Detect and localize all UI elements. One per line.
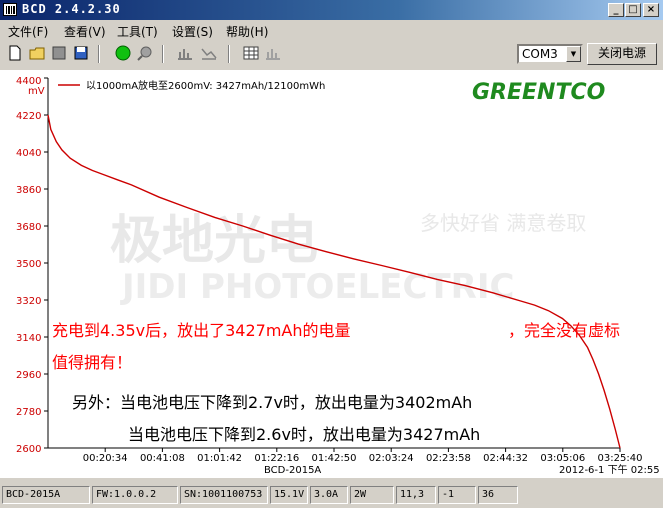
annotation-line2: 值得拥有！ xyxy=(52,353,132,372)
x-tick-label: 01:01:42 xyxy=(197,453,242,464)
watermark-cn-small: 多快好省 满意卷取 xyxy=(420,211,586,235)
annotation-line1: 充电到4.35v后，放出了3427mAh的电量 xyxy=(52,321,351,340)
toolbar-separator xyxy=(98,45,100,63)
close-power-button[interactable]: 关闭电源 xyxy=(587,43,657,65)
menu-tools[interactable]: 工具(T) xyxy=(117,23,158,40)
status-model: BCD-2015A xyxy=(2,486,90,504)
discharge-chart: 极地光电 多快好省 满意卷取 JIDI PHOTOELECTRIC 440042… xyxy=(16,76,660,476)
y-tick-label: 3500 xyxy=(16,259,41,270)
com-port-select[interactable]: COM3 ▼ xyxy=(517,44,583,64)
y-unit-label: mV xyxy=(28,86,45,97)
x-tick-label: 02:03:24 xyxy=(369,453,414,464)
x-tick-label: 01:42:50 xyxy=(312,453,357,464)
menu-settings[interactable]: 设置(S) xyxy=(172,23,213,40)
barcode-app-icon xyxy=(3,3,17,16)
status-field: -1 xyxy=(438,486,476,504)
y-tick-label: 2780 xyxy=(16,407,41,418)
annotation-line1b: ，完全没有虚标 xyxy=(508,321,620,340)
x-tick-label: 01:22:16 xyxy=(254,453,299,464)
status-serial: SN:1001100753 xyxy=(180,486,268,504)
chart-bars-gray-icon[interactable] xyxy=(264,44,282,62)
status-bar: BCD-2015A FW:1.0.0.2 SN:1001100753 15.1V… xyxy=(0,484,663,506)
legend-text: 以1000mA放电至2600mV: 3427mAh/12100mWh xyxy=(86,79,325,92)
new-file-icon[interactable] xyxy=(6,44,24,62)
menu-bar: 文件(F) 查看(V) 工具(T) 设置(S) 帮助(H) xyxy=(0,20,663,40)
table-grid-icon[interactable] xyxy=(242,44,260,62)
status-power: 2W xyxy=(350,486,394,504)
x-tick-label: 00:20:34 xyxy=(83,453,128,464)
start-green-icon[interactable] xyxy=(114,44,132,62)
y-tick-label: 2960 xyxy=(16,370,41,381)
title-bar: BCD 2.4.2.30 _ □ × xyxy=(0,0,663,20)
close-button[interactable]: × xyxy=(643,3,659,17)
greentco-logo: GREENTCO xyxy=(472,80,605,105)
menu-help[interactable]: 帮助(H) xyxy=(226,23,268,40)
status-voltage: 15.1V xyxy=(270,486,308,504)
toolbar: COM3 ▼ 关闭电源 xyxy=(0,42,663,68)
watermark-en: JIDI PHOTOELECTRIC xyxy=(120,267,514,307)
menu-view[interactable]: 查看(V) xyxy=(64,23,106,40)
x-tick-label: 00:41:08 xyxy=(140,453,185,464)
annotation-line4: 当电池电压下降到2.6v时，放出电量为3427mAh xyxy=(128,425,480,444)
chart-bars-icon[interactable] xyxy=(176,44,194,62)
stop-search-icon[interactable] xyxy=(136,44,154,62)
x-tick-label: 02:44:32 xyxy=(483,453,528,464)
y-tick-label: 4040 xyxy=(16,148,41,159)
save-icon[interactable] xyxy=(72,44,90,62)
y-tick-label: 3680 xyxy=(16,222,41,233)
annotation-line3: 另外：当电池电压下降到2.7v时，放出电量为3402mAh xyxy=(72,393,472,412)
date-label: 2012-6-1 下午 02:55 xyxy=(559,463,660,476)
y-tick-label: 4220 xyxy=(16,111,41,122)
y-tick-label: 3140 xyxy=(16,333,41,344)
status-count: 36 xyxy=(478,486,518,504)
status-position: 11,3 xyxy=(396,486,436,504)
open-folder-icon[interactable] xyxy=(28,44,46,62)
toolbar-separator xyxy=(162,45,164,63)
disk-gray-icon[interactable] xyxy=(50,44,68,62)
y-tick-label: 2600 xyxy=(16,444,41,455)
chart-panel: 极地光电 多快好省 满意卷取 JIDI PHOTOELECTRIC 4400 42… xyxy=(0,70,663,478)
x-tick-label: 03:25:40 xyxy=(598,453,643,464)
menu-file[interactable]: 文件(F) xyxy=(8,23,48,40)
y-tick-label: 3860 xyxy=(16,185,41,196)
maximize-button[interactable]: □ xyxy=(625,3,641,17)
x-axis-label: BCD-2015A xyxy=(264,465,321,476)
status-current: 3.0A xyxy=(310,486,348,504)
toolbar-separator xyxy=(228,45,230,63)
chevron-down-icon[interactable]: ▼ xyxy=(566,46,581,62)
chart-line-icon[interactable] xyxy=(200,44,218,62)
y-tick-label: 3320 xyxy=(16,296,41,307)
x-tick-label: 03:05:06 xyxy=(540,453,585,464)
com-port-value: COM3 xyxy=(522,47,558,61)
x-tick-label: 02:23:58 xyxy=(426,453,471,464)
status-firmware: FW:1.0.0.2 xyxy=(92,486,178,504)
window-title: BCD 2.4.2.30 xyxy=(22,2,121,16)
minimize-button[interactable]: _ xyxy=(608,3,624,17)
